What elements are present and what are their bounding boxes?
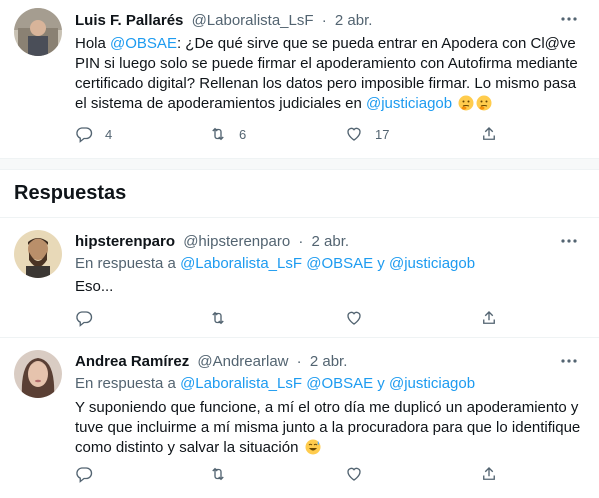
author-name[interactable]: Luis F. Pallarés xyxy=(75,12,183,29)
more-icon[interactable] xyxy=(559,12,579,26)
tweet-actions xyxy=(75,308,505,328)
share-icon xyxy=(483,467,495,480)
thinking-face-icon xyxy=(458,95,474,111)
more-icon[interactable] xyxy=(559,234,579,248)
separator-dot: · xyxy=(321,12,327,29)
section-divider xyxy=(0,158,599,170)
retweet-count: 6 xyxy=(239,126,247,142)
retweet-button[interactable]: 6 xyxy=(209,124,246,144)
tweet-date[interactable]: 2 abr. xyxy=(312,233,350,250)
tweet-actions xyxy=(75,464,505,484)
retweet-icon xyxy=(212,467,224,481)
heart-icon xyxy=(347,127,361,141)
share-icon xyxy=(483,127,495,140)
author-handle[interactable]: @Andrearlaw xyxy=(197,353,288,370)
retweet-icon xyxy=(212,127,224,141)
mention-link[interactable]: @OBSAE xyxy=(306,375,373,392)
reply-button[interactable]: 4 xyxy=(75,124,112,144)
retweet-icon xyxy=(212,311,224,325)
and-connector: y xyxy=(373,375,389,392)
reply-tweet[interactable]: Andrea Ramírez @Andrearlaw · 2 abr. En r… xyxy=(0,338,599,498)
like-button[interactable] xyxy=(345,308,363,328)
share-button[interactable] xyxy=(480,124,498,144)
reply-tweet[interactable]: hipsterenparo @hipsterenparo · 2 abr. En… xyxy=(0,218,599,336)
share-button[interactable] xyxy=(480,464,498,484)
like-count: 17 xyxy=(375,126,390,142)
reply-icon xyxy=(76,311,93,327)
tweet-actions: 4 6 17 xyxy=(75,124,505,144)
retweet-button[interactable] xyxy=(209,308,227,328)
text-segment: Y suponiendo que funcione, a mí el otro … xyxy=(75,399,581,456)
mention-link[interactable]: @Laboralista_LsF xyxy=(180,255,302,272)
tweet-text: Hola @OBSAE: ¿De qué sirve que se pueda … xyxy=(75,34,587,114)
share-icon xyxy=(483,311,495,324)
author-name[interactable]: hipsterenparo xyxy=(75,233,175,250)
tweet-date[interactable]: 2 abr. xyxy=(335,12,373,29)
thinking-face-icon xyxy=(476,95,492,111)
text-segment: Hola xyxy=(75,35,111,52)
reply-context: En respuesta a @Laboralista_LsF @OBSAE y… xyxy=(75,375,475,392)
and-connector: y xyxy=(373,255,389,272)
reply-count: 4 xyxy=(105,126,113,142)
share-button[interactable] xyxy=(480,308,498,328)
heart-icon xyxy=(347,311,361,325)
mention-link[interactable]: @justiciagob xyxy=(389,255,475,272)
separator-dot: · xyxy=(298,233,304,250)
more-icon[interactable] xyxy=(559,354,579,368)
reply-prefix: En respuesta a xyxy=(75,255,181,272)
like-button[interactable]: 17 xyxy=(345,124,389,144)
tweet-text: Eso... xyxy=(75,278,114,295)
mention-link[interactable]: @justiciagob xyxy=(389,375,475,392)
sweat-smile-icon xyxy=(305,439,321,455)
heart-icon xyxy=(347,467,361,481)
main-tweet[interactable]: Luis F. Pallarés @Laboralista_LsF · 2 ab… xyxy=(0,0,599,160)
separator-dot: · xyxy=(296,353,302,370)
replies-heading: Respuestas xyxy=(14,182,127,204)
mention-link[interactable]: @Laboralista_LsF xyxy=(180,375,302,392)
author-handle[interactable]: @hipsterenparo xyxy=(183,233,290,250)
mention-link[interactable]: @OBSAE xyxy=(110,35,177,52)
avatar[interactable] xyxy=(14,8,62,56)
reply-button[interactable] xyxy=(75,464,93,484)
like-button[interactable] xyxy=(345,464,363,484)
avatar[interactable] xyxy=(14,230,62,278)
retweet-button[interactable] xyxy=(209,464,227,484)
mention-link[interactable]: @OBSAE xyxy=(306,255,373,272)
reply-icon xyxy=(76,467,93,483)
tweet-date[interactable]: 2 abr. xyxy=(310,353,348,370)
mention-link[interactable]: @justiciagob xyxy=(366,95,452,112)
author-handle[interactable]: @Laboralista_LsF xyxy=(192,12,314,29)
reply-context: En respuesta a @Laboralista_LsF @OBSAE y… xyxy=(75,255,475,272)
reply-button[interactable] xyxy=(75,308,93,328)
tweet-text: Y suponiendo que funcione, a mí el otro … xyxy=(75,398,585,458)
avatar[interactable] xyxy=(14,350,62,398)
reply-prefix: En respuesta a xyxy=(75,375,181,392)
reply-icon xyxy=(76,127,93,143)
author-name[interactable]: Andrea Ramírez xyxy=(75,353,189,370)
